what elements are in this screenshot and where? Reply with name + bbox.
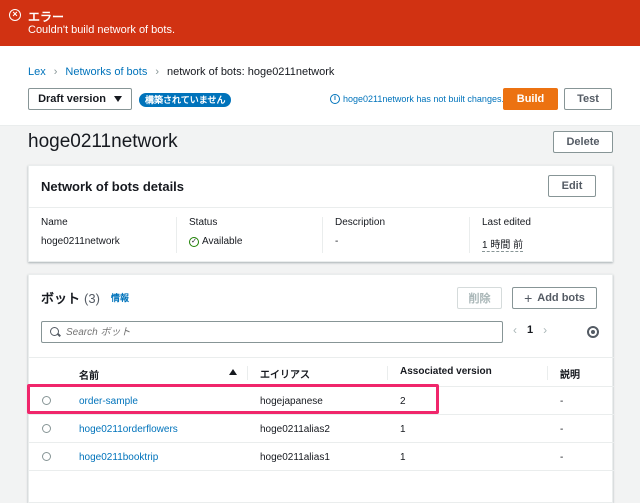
detail-status-label: Status — [189, 217, 218, 228]
build-info-text: hoge0211network has not built changes. — [343, 94, 504, 104]
column-alias[interactable]: エイリアス — [247, 366, 310, 381]
edit-button[interactable]: Edit — [548, 175, 596, 197]
bot-description: - — [560, 396, 564, 407]
not-built-badge: 構築されていません — [139, 93, 232, 107]
bots-info-link[interactable]: 情報 — [111, 291, 129, 304]
row-radio[interactable] — [42, 424, 51, 433]
test-button[interactable]: Test — [564, 88, 612, 110]
search-field[interactable] — [41, 321, 503, 343]
status-text: Available — [202, 236, 243, 247]
bots-title: ボット (3) — [41, 288, 100, 307]
error-icon: × — [9, 9, 21, 21]
search-input[interactable] — [66, 326, 486, 338]
detail-description-label: Description — [335, 217, 386, 228]
check-circle-icon: ✓ — [189, 236, 199, 247]
page-title: hoge0211network — [28, 131, 178, 152]
column-name[interactable]: 名前 — [79, 367, 99, 382]
remove-button[interactable]: 削除 — [457, 287, 502, 309]
bot-alias: hoge0211alias2 — [260, 424, 330, 435]
version-select[interactable]: Draft version — [28, 88, 132, 110]
detail-last-edited-value[interactable]: 1 時間 前 — [482, 240, 524, 252]
plus-icon: + — [524, 290, 533, 306]
caret-down-icon — [113, 96, 122, 102]
delete-button[interactable]: Delete — [553, 131, 613, 153]
gear-icon[interactable] — [587, 326, 599, 338]
bot-name-link[interactable]: hoge0211booktrip — [79, 452, 158, 463]
sort-up-icon[interactable] — [229, 369, 237, 375]
detail-description: Description - — [322, 217, 385, 253]
chevron-right-icon: › — [155, 66, 160, 78]
bot-description: - — [560, 424, 564, 435]
detail-status: Status ✓ Available — [176, 217, 242, 253]
add-bots-button[interactable]: + Add bots — [512, 287, 597, 309]
details-header: Network of bots details Edit — [29, 166, 612, 208]
breadcrumb: Lex › Networks of bots › network of bots… — [28, 66, 334, 78]
column-version[interactable]: Associated version — [387, 366, 492, 380]
detail-description-value: - — [335, 236, 339, 247]
detail-status-value: ✓ Available — [189, 236, 242, 247]
pagination: ‹ 1 › — [513, 323, 547, 337]
table-row[interactable]: hoge0211booktrip hoge0211alias1 1 - — [29, 443, 614, 471]
breadcrumb-lex[interactable]: Lex — [28, 66, 46, 78]
detail-name-value: hoge0211network — [41, 236, 120, 247]
info-icon: i — [330, 94, 340, 104]
bots-table: 名前 エイリアス Associated version 説明 order-sam… — [29, 357, 614, 471]
bot-description: - — [560, 452, 564, 463]
detail-name: Name hoge0211network — [41, 217, 120, 247]
breadcrumb-current: network of bots: hoge0211network — [167, 66, 335, 78]
error-title: エラー — [28, 10, 65, 24]
row-radio[interactable] — [42, 452, 51, 461]
chevron-left-icon[interactable]: ‹ — [513, 323, 517, 337]
search-icon — [50, 327, 60, 337]
bots-title-text: ボット — [41, 291, 81, 306]
version-select-label: Draft version — [38, 93, 106, 105]
table-header: 名前 エイリアス Associated version 説明 — [29, 357, 614, 387]
header-area — [0, 46, 640, 126]
page-number[interactable]: 1 — [527, 324, 533, 336]
bot-name-link[interactable]: hoge0211orderflowers — [79, 424, 178, 435]
build-info-note: i hoge0211network has not built changes. — [330, 94, 504, 104]
column-description[interactable]: 説明 — [547, 366, 580, 381]
highlight-annotation — [27, 384, 439, 414]
error-banner: × エラー Couldn't build network of bots. — [0, 0, 640, 46]
detail-name-label: Name — [41, 217, 68, 228]
bots-count: (3) — [84, 291, 100, 306]
chevron-right-icon[interactable]: › — [543, 323, 547, 337]
error-message: Couldn't build network of bots. — [28, 24, 176, 36]
bot-alias: hoge0211alias1 — [260, 452, 330, 463]
breadcrumb-networks[interactable]: Networks of bots — [65, 66, 147, 78]
detail-last-edited-label: Last edited — [482, 217, 531, 228]
add-bots-label: Add bots — [537, 292, 585, 304]
details-title: Network of bots details — [41, 179, 185, 194]
details-card: Network of bots details Edit Name hoge02… — [28, 165, 613, 262]
bot-version: 1 — [400, 452, 406, 463]
chevron-right-icon: › — [53, 66, 58, 78]
bot-version: 1 — [400, 424, 406, 435]
build-button[interactable]: Build — [503, 88, 558, 110]
table-row[interactable]: hoge0211orderflowers hoge0211alias2 1 - — [29, 415, 614, 443]
detail-last-edited: Last edited 1 時間 前 — [469, 217, 531, 253]
